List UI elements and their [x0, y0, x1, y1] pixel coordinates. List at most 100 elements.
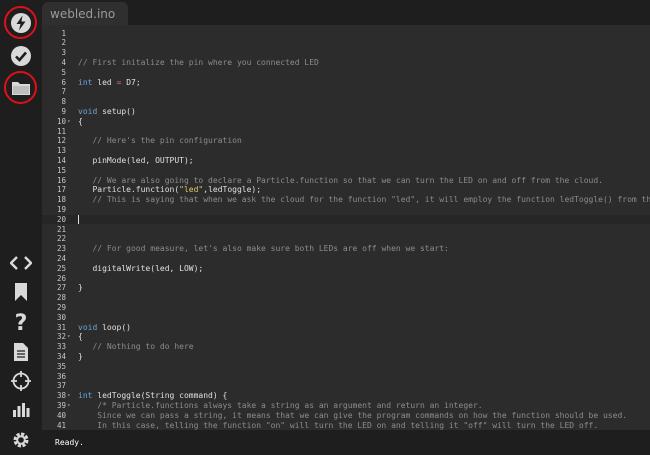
- code-token: ledToggle(String command) {: [92, 391, 228, 401]
- line-number: 13: [56, 146, 66, 156]
- code-text: }: [78, 283, 83, 293]
- code-icon[interactable]: [7, 249, 35, 277]
- code-token: ,ledToggle);: [203, 185, 262, 195]
- line-number: 36: [56, 371, 66, 381]
- code-line[interactable]: 27}: [42, 283, 650, 293]
- code-line[interactable]: 1: [42, 29, 650, 39]
- code-line[interactable]: 7: [42, 87, 650, 97]
- line-number: 14: [56, 155, 66, 165]
- code-line[interactable]: 15: [42, 166, 650, 176]
- code-line[interactable]: 10 ▾ {: [42, 117, 650, 127]
- line-number: 24: [56, 253, 66, 263]
- line-number: 38: [56, 391, 66, 401]
- line-number: 21: [56, 224, 66, 234]
- code-line[interactable]: 17 Particle.function("led",ledToggle);: [42, 185, 650, 195]
- code-token: // For good measure, let's also make sur…: [92, 244, 449, 254]
- line-number: 39: [56, 400, 66, 410]
- line-number: 41: [56, 420, 66, 430]
- line-number: 22: [56, 234, 66, 244]
- code-line[interactable]: 12 // Here's the pin configuration: [42, 136, 650, 146]
- code-text: // First initalize the pin where you con…: [78, 58, 319, 68]
- svg-text:?: ?: [15, 311, 28, 333]
- code-line[interactable]: 26: [42, 274, 650, 284]
- line-number: 25: [56, 263, 66, 273]
- code-token: // Here's the pin configuration: [92, 136, 242, 146]
- code-line[interactable]: 9 void setup(): [42, 107, 650, 117]
- code-line[interactable]: 20: [42, 214, 650, 225]
- code-text: [78, 214, 79, 225]
- verify-icon[interactable]: [7, 42, 35, 70]
- file-tab-label: webled.ino: [50, 7, 116, 21]
- line-number: 7: [61, 87, 66, 97]
- devices-icon[interactable]: [7, 367, 35, 395]
- code-line[interactable]: 31 void loop(): [42, 323, 650, 333]
- code-line[interactable]: 16 // We are also going to declare a Par…: [42, 176, 650, 186]
- code-line[interactable]: 14 pinMode(led, OUTPUT);: [42, 156, 650, 166]
- line-number: 11: [56, 126, 66, 136]
- code-line[interactable]: 2: [42, 38, 650, 48]
- code-line[interactable]: 40 Since we can pass a string, it means …: [42, 411, 650, 421]
- code-line[interactable]: 23 // For good measure, let's also make …: [42, 244, 650, 254]
- line-number: 37: [56, 381, 66, 391]
- code-token: loop(): [97, 322, 131, 332]
- code-line[interactable]: 33 // Nothing to do here: [42, 342, 650, 352]
- code-line[interactable]: 4 // First initalize the pin where you co…: [42, 58, 650, 68]
- code-token: /* Particle.functions always take a stri…: [97, 400, 483, 410]
- code-line[interactable]: 32 ▾ {: [42, 332, 650, 342]
- code-line[interactable]: 22: [42, 234, 650, 244]
- code-editor[interactable]: 1 2 3 4// First initalize the pin where you…: [42, 25, 650, 430]
- code-line[interactable]: 3: [42, 48, 650, 58]
- line-number: 9: [61, 106, 66, 116]
- docs-icon[interactable]: [7, 338, 35, 366]
- line-number: 18: [56, 195, 66, 205]
- fold-toggle-icon[interactable]: ▾: [67, 117, 71, 127]
- fold-toggle-icon[interactable]: ▾: [67, 332, 71, 342]
- code-text: Particle.function("led",ledToggle);: [78, 185, 261, 195]
- code-text: {: [78, 117, 83, 127]
- code-line[interactable]: 41 In this case, telling the function "o…: [42, 421, 650, 431]
- code-text: // This is saying that when we ask the c…: [78, 195, 650, 205]
- code-line[interactable]: 18 // This is saying that when we ask th…: [42, 195, 650, 205]
- code-line[interactable]: 25 digitalWrite(led, LOW);: [42, 264, 650, 274]
- code-text: void setup(): [78, 107, 136, 117]
- code-line[interactable]: 8: [42, 97, 650, 107]
- code-line[interactable]: 11: [42, 127, 650, 137]
- code-line[interactable]: 13: [42, 146, 650, 156]
- line-number: 16: [56, 175, 66, 185]
- line-number: 35: [56, 361, 66, 371]
- line-number: 26: [56, 273, 66, 283]
- libraries-icon[interactable]: [7, 278, 35, 306]
- folder-icon[interactable]: [7, 74, 35, 102]
- code-line[interactable]: 37: [42, 381, 650, 391]
- code-line[interactable]: 5: [42, 68, 650, 78]
- fold-toggle-icon[interactable]: ▾: [67, 401, 71, 411]
- code-line[interactable]: 30: [42, 313, 650, 323]
- file-tab[interactable]: webled.ino: [42, 2, 128, 26]
- code-line[interactable]: 29: [42, 303, 650, 313]
- line-number: 20: [56, 214, 66, 224]
- settings-icon[interactable]: [7, 426, 35, 454]
- code-token: led: [92, 77, 117, 87]
- flash-icon[interactable]: [7, 9, 35, 37]
- console-icon[interactable]: [7, 396, 35, 424]
- code-line[interactable]: 35: [42, 362, 650, 372]
- code-line[interactable]: 39 ▾ /* Particle.functions always take a …: [42, 401, 650, 411]
- line-number: 40: [56, 410, 66, 420]
- code-text: int led = D7;: [78, 78, 141, 88]
- code-line[interactable]: 24: [42, 254, 650, 264]
- code-text: pinMode(led, OUTPUT);: [78, 156, 193, 166]
- code-line[interactable]: 19: [42, 205, 650, 215]
- code-line[interactable]: 21: [42, 225, 650, 235]
- code-line[interactable]: 6 int led = D7;: [42, 78, 650, 88]
- code-line[interactable]: 38 ▾ int ledToggle(String command) {: [42, 391, 650, 401]
- fold-toggle-icon[interactable]: ▾: [67, 391, 71, 401]
- code-token: void: [78, 106, 98, 116]
- code-line[interactable]: 36: [42, 372, 650, 382]
- code-line[interactable]: 34}: [42, 352, 650, 362]
- code-line[interactable]: 28: [42, 293, 650, 303]
- code-token: "led": [179, 185, 204, 195]
- help-icon[interactable]: ?: [7, 308, 35, 336]
